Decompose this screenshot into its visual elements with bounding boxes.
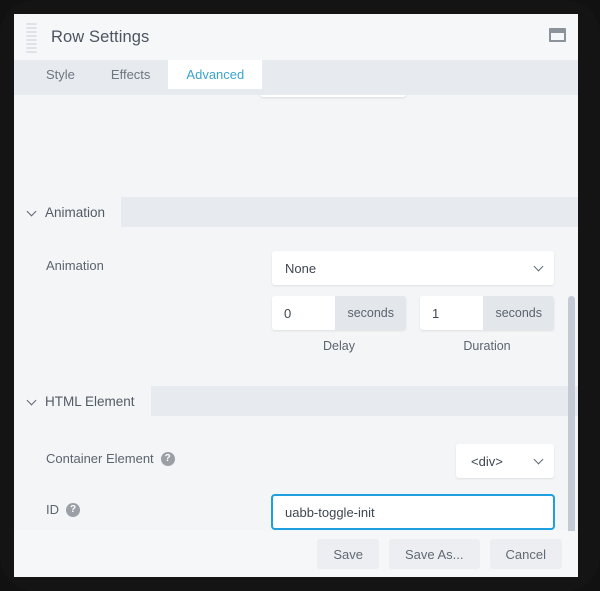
drag-handle-line — [26, 43, 37, 45]
drag-handle-line — [26, 51, 37, 53]
scroll-top-strip — [14, 89, 578, 95]
settings-scroll-area[interactable]: Animation Animation None — [14, 89, 578, 577]
label-id-text: ID — [46, 502, 59, 517]
delay-group: seconds Delay — [272, 296, 406, 353]
window-restore-icon[interactable] — [549, 28, 566, 42]
field-row-timing: seconds Delay seconds Duration — [14, 296, 578, 353]
duration-input[interactable] — [420, 296, 483, 330]
drag-handle-line — [26, 39, 37, 41]
section-body-animation: Animation None seconds — [14, 251, 578, 353]
tab-advanced[interactable]: Advanced — [168, 60, 262, 89]
chevron-down-icon — [534, 262, 544, 272]
titlebar: Row Settings — [14, 14, 578, 60]
drag-handle-line — [26, 47, 37, 49]
duration-group: seconds Duration — [420, 296, 554, 353]
chevron-down-icon — [28, 208, 37, 217]
help-icon[interactable]: ? — [66, 503, 80, 517]
field-row-id: ID ? — [14, 495, 578, 529]
label-animation-text: Animation — [46, 258, 104, 273]
help-icon[interactable]: ? — [161, 452, 175, 466]
field-row-animation: Animation None — [14, 251, 578, 285]
label-animation: Animation — [46, 251, 104, 273]
scrollbar-thumb[interactable] — [568, 296, 575, 534]
label-id: ID ? — [46, 495, 80, 517]
vertical-scrollbar[interactable] — [568, 89, 576, 552]
field-id — [272, 495, 554, 529]
drag-handle-line — [26, 23, 37, 25]
drag-handle-line — [26, 27, 37, 29]
save-button[interactable]: Save — [317, 539, 379, 569]
field-animation: None — [272, 251, 554, 285]
drag-handle-line — [26, 35, 37, 37]
chevron-down-icon — [534, 455, 544, 465]
id-input[interactable] — [272, 495, 554, 529]
field-row-container-element: Container Element ? <div> — [14, 444, 578, 478]
row-settings-panel: Row Settings Style Effects Advanced Anim… — [14, 14, 578, 577]
container-element-select[interactable]: <div> — [456, 444, 554, 478]
section-header-animation[interactable]: Animation — [14, 197, 578, 227]
section-title-animation: Animation — [45, 205, 105, 220]
duration-unit-label: seconds — [483, 296, 554, 330]
duration-caption: Duration — [420, 339, 554, 353]
animation-select[interactable]: None — [272, 251, 554, 285]
window-title: Row Settings — [51, 28, 149, 47]
tab-effects[interactable]: Effects — [93, 60, 169, 89]
label-container-element-text: Container Element — [46, 451, 154, 466]
section-title-html-element: HTML Element — [45, 394, 135, 409]
drag-handle[interactable] — [20, 21, 42, 53]
tab-style[interactable]: Style — [28, 60, 93, 89]
delay-input[interactable] — [272, 296, 335, 330]
cancel-button[interactable]: Cancel — [490, 539, 562, 569]
delay-caption: Delay — [272, 339, 406, 353]
field-container-element: <div> — [456, 444, 554, 478]
animation-select-value: None — [285, 261, 316, 276]
container-element-select-value: <div> — [471, 454, 503, 469]
footer-actions: Save Save As... Cancel — [14, 531, 578, 577]
field-timing: seconds Delay seconds Duration — [272, 296, 554, 353]
drag-handle-line — [26, 31, 37, 33]
chevron-down-icon — [28, 397, 37, 406]
tab-bar: Style Effects Advanced — [14, 60, 578, 89]
save-as-button[interactable]: Save As... — [389, 539, 480, 569]
label-container-element: Container Element ? — [46, 444, 175, 466]
section-header-html-element[interactable]: HTML Element — [14, 386, 578, 416]
delay-unit-label: seconds — [335, 296, 406, 330]
